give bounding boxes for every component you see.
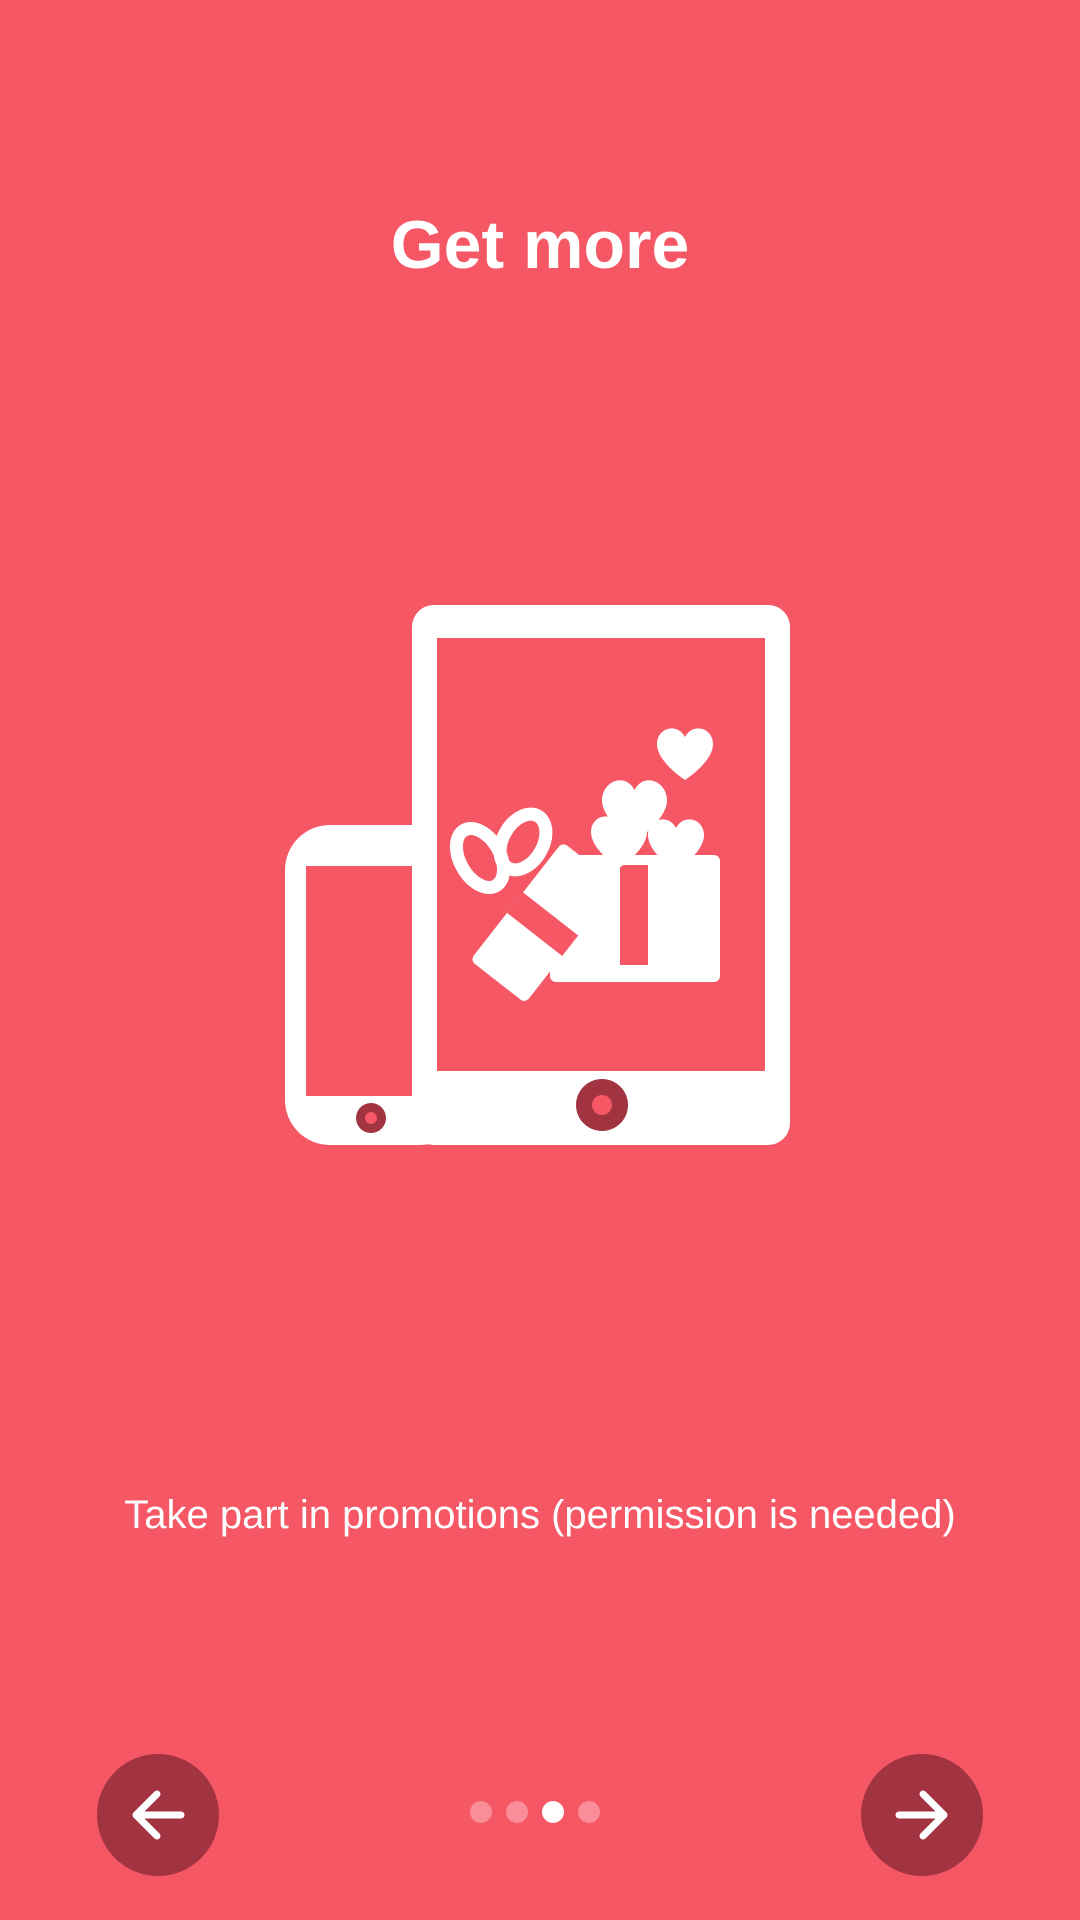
devices-gift-hearts-icon [280,600,792,1148]
page-title: Get more [390,207,690,283]
next-button[interactable] [861,1754,983,1876]
page-description: Take part in promotions (permission is n… [124,1493,956,1537]
page-dot[interactable] [506,1801,528,1823]
status-bar [0,0,1080,16]
page-dot-active[interactable] [542,1801,564,1823]
page-dot[interactable] [470,1801,492,1823]
page-indicator [470,1801,600,1823]
page-dot[interactable] [578,1801,600,1823]
arrow-left-icon [132,1790,185,1840]
onboarding-screen: Get more Take part in promotions (permis… [0,0,1080,1920]
arrow-right-icon [895,1790,948,1840]
previous-button[interactable] [97,1754,219,1876]
